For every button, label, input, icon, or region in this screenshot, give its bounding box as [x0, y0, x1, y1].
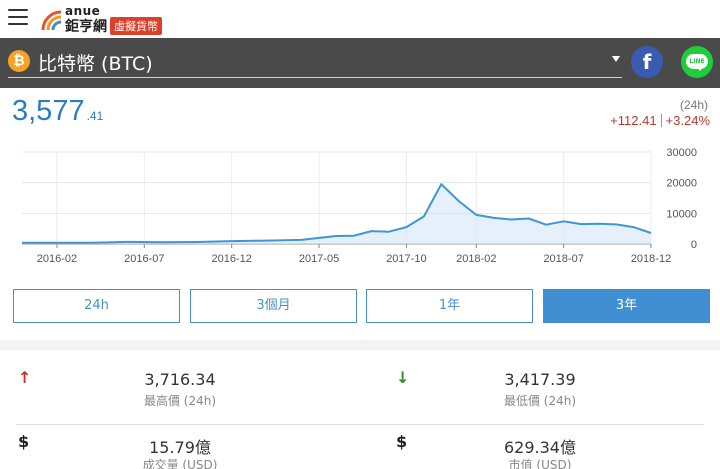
stats-panel: ↑ 3,716.34 最高價 (24h) ↓ 3,417.39 最低價 (24h… [0, 340, 720, 469]
section-tag: 虛擬貨幣 [110, 17, 162, 35]
stat-high-value: 3,716.34 [144, 370, 216, 389]
facebook-share-button[interactable]: f [631, 46, 663, 78]
price-change: +112.41 +3.24% [610, 113, 710, 128]
tab-1-year[interactable]: 1年 [366, 289, 533, 323]
stat-volume: $ 15.79億 成交量 (USD) [0, 420, 360, 469]
stat-low-value: 3,417.39 [504, 370, 576, 389]
dropdown-caret-icon [612, 56, 620, 62]
y-tick-label: 20000 [666, 178, 697, 190]
top-header: anue 鉅亨網 虛擬貨幣 [0, 0, 720, 38]
stat-high: ↑ 3,716.34 最高價 (24h) [0, 356, 360, 412]
x-tick-label: 2018-02 [456, 253, 496, 265]
logo-arc-icon [41, 10, 62, 31]
line-share-button[interactable]: LINE [681, 46, 713, 78]
coin-bar: ₿ 比特幣 (BTC) f LINE [0, 38, 720, 88]
tab-3-years[interactable]: 3年 [543, 289, 710, 323]
hamburger-menu-icon[interactable] [8, 9, 28, 27]
stat-volume-label: 成交量 (USD) [142, 458, 218, 469]
coin-name: 比特幣 (BTC) [38, 53, 153, 75]
current-price: 3,577.41 [12, 95, 103, 128]
period-tabs: 24h 3個月 1年 3年 [13, 289, 710, 323]
x-tick-label: 2017-05 [299, 253, 339, 265]
price-chart-svg: 30000 20000 10000 0 2016-02 2016-07 2016-12 201… [21, 147, 697, 265]
price-period: (24h) [679, 98, 708, 112]
y-tick-label: 10000 [666, 208, 697, 220]
site-logo[interactable]: anue 鉅亨網 虛擬貨幣 [40, 4, 180, 35]
y-tick-label: 0 [691, 239, 697, 251]
x-tick-label: 2016-02 [37, 253, 77, 265]
bitcoin-icon: ₿ [8, 50, 30, 72]
stat-high-label: 最高價 (24h) [143, 394, 217, 408]
tab-24h[interactable]: 24h [13, 289, 180, 323]
y-tick-label: 30000 [666, 147, 697, 159]
x-tick-label: 2016-07 [124, 253, 164, 265]
tab-3-months[interactable]: 3個月 [190, 289, 357, 323]
stat-low-label: 最低價 (24h) [503, 394, 577, 408]
stat-market-cap-label: 市值 (USD) [508, 458, 572, 469]
x-tick-label: 2016-12 [211, 253, 251, 265]
price-chart: 30000 20000 10000 0 2016-02 2016-07 2016-12 201… [0, 140, 720, 270]
x-tick-label: 2017-10 [386, 253, 426, 265]
stat-market-cap: $ 629.34億 市值 (USD) [360, 420, 720, 469]
stat-low: ↓ 3,417.39 最低價 (24h) [360, 356, 720, 412]
price-decimal: .41 [86, 109, 104, 123]
stat-market-cap-value: 629.34億 [504, 438, 576, 457]
price-integer: 3,577 [12, 95, 85, 127]
change-absolute: +112.41 [610, 113, 657, 128]
coin-selector[interactable]: ₿ 比特幣 (BTC) [8, 48, 622, 78]
x-tick-label: 2018-07 [543, 253, 583, 265]
logo-cn-text: 鉅亨網 [65, 19, 107, 35]
change-percent: +3.24% [665, 113, 710, 128]
stat-volume-value: 15.79億 [149, 438, 211, 457]
x-tick-label: 2018-12 [631, 253, 671, 265]
